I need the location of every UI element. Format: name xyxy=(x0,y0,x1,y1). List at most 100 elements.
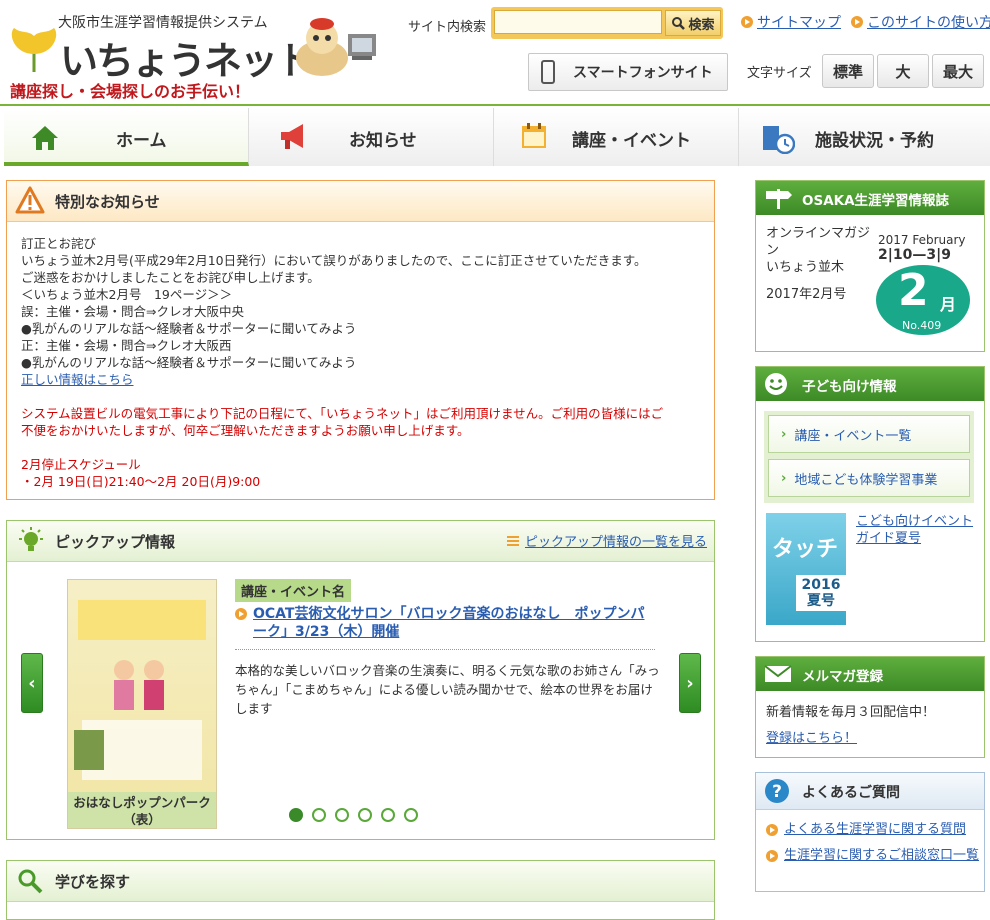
kids-cover-title: タッチ xyxy=(772,537,839,562)
notice-line: ご迷惑をおかけしましたことをお詫び申し上げます。 xyxy=(21,270,320,285)
search-button-label: 検索 xyxy=(688,16,715,32)
carousel-dot[interactable] xyxy=(335,808,349,822)
font-size-largest-button[interactable]: 最大 xyxy=(932,54,984,88)
font-size-large-button[interactable]: 大 xyxy=(877,54,929,88)
list-icon xyxy=(507,535,519,546)
event-poster[interactable]: おはなしポップンパーク（表） xyxy=(67,579,217,829)
nav-facilities[interactable]: 施設状況・予約 xyxy=(739,108,990,166)
home-icon xyxy=(32,126,58,150)
carousel-dot[interactable] xyxy=(381,808,395,822)
correct-info-link[interactable]: 正しい情報はこちら xyxy=(21,372,134,387)
magnifier-icon xyxy=(18,869,43,894)
faq-link-consult[interactable]: 生涯学習に関するご相談窓口一覧 xyxy=(784,847,979,865)
search-input[interactable] xyxy=(494,10,662,34)
cover-number: 2 xyxy=(898,265,929,316)
magazine-line1: オンラインマガジン xyxy=(766,226,871,258)
pickup-header: ピックアップ情報 ピックアップ情報の一覧を見る xyxy=(7,521,714,562)
nav-home[interactable]: ホーム xyxy=(4,108,249,166)
carousel-dot[interactable] xyxy=(312,808,326,822)
mailmag-title: メルマガ登録 xyxy=(802,669,883,685)
svg-text:?: ? xyxy=(772,782,782,802)
nav-courses-events-label: 講座・イベント xyxy=(572,131,691,151)
cover-month: 月 xyxy=(940,295,957,314)
system-name: 大阪市生涯学習情報提供システム xyxy=(58,15,268,31)
cover-issue-no: No.409 xyxy=(902,319,942,332)
smiley-icon xyxy=(765,373,787,395)
notice-line: ＜いちょう並木2月号 19ページ＞＞ xyxy=(21,287,233,302)
learn-title: 学びを探す xyxy=(55,873,131,891)
schedule-line: ・2月 19日(日)21:40～2月 20日(月)9:00 xyxy=(21,474,261,489)
kids-header: 子ども向け情報 xyxy=(756,367,984,401)
maintenance-notice-line: システム設置ビルの電気工事により下記の日程にて、「いちょうネット」はご利用頂けま… xyxy=(21,406,664,421)
notice-line: 訂正とお詫び xyxy=(21,236,97,251)
calendar-icon xyxy=(522,123,546,148)
warning-icon xyxy=(15,186,45,214)
special-notice-panel: 特別なお知らせ 訂正とお詫び いちょう並木2月号(平成29年2月10日発行）にお… xyxy=(6,180,715,500)
faq-title: よくあるご質問 xyxy=(802,785,900,801)
font-size-normal-button[interactable]: 標準 xyxy=(822,54,874,88)
pickup-more-wrap: ピックアップ情報の一覧を見る xyxy=(507,531,707,550)
pickup-panel: ピックアップ情報 ピックアップ情報の一覧を見る ‹ › おはなしポップンパーク（… xyxy=(6,520,715,840)
arrow-circle-icon xyxy=(766,850,778,862)
divider xyxy=(235,649,655,650)
notice-line: いちょう並木2月号(平成29年2月10日発行）において誤りがありましたので、ここ… xyxy=(21,253,647,268)
magazine-title: OSAKA生涯学習情報誌 xyxy=(802,193,950,209)
faq-header: ? よくあるご質問 xyxy=(756,773,984,810)
nav-news-label: お知らせ xyxy=(349,131,417,151)
notice-line: 誤：主催・会場・問合⇒クレオ大阪中央 xyxy=(21,304,244,319)
font-size-label: 文字サイズ xyxy=(747,66,812,81)
sitemap-link[interactable]: サイトマップ xyxy=(757,12,841,32)
smartphone-site-button[interactable]: スマートフォンサイト xyxy=(528,53,728,91)
arrow-circle-icon xyxy=(235,608,247,620)
chevron-right-icon: › xyxy=(781,470,787,486)
kids-guide-cover[interactable]: タッチ 2016 夏号 xyxy=(766,513,846,625)
mailmag-panel: メルマガ登録 新着情報を毎月３回配信中！ 登録はこちら！ xyxy=(755,656,985,758)
special-notice-header: 特別なお知らせ xyxy=(7,181,714,222)
event-description: 本格的な美しいバロック音楽の生演奏に、明るく元気な歌のお姉さん「みっちゃん」「こ… xyxy=(235,663,660,716)
notice-line: ●乳がんのリアルな話～経験者＆サポーターに聞いてみよう xyxy=(21,321,357,336)
pickup-more-link[interactable]: ピックアップ情報の一覧を見る xyxy=(525,531,707,550)
kids-events-link[interactable]: › 講座・イベント一覧 xyxy=(768,415,970,453)
kids-experience-label: 地域こども体験学習事業 xyxy=(794,472,938,488)
global-nav: ホーム お知らせ 講座・イベント 施設状況・予約 xyxy=(0,104,990,168)
carousel-prev-button[interactable]: ‹ xyxy=(21,653,43,713)
faq-panel: ? よくあるご質問 よくある生涯学習に関する質問 生涯学習に関するご相談窓口一覧 xyxy=(755,772,985,892)
signpost-icon xyxy=(766,189,792,209)
megaphone-icon xyxy=(281,124,303,149)
carousel-dot[interactable] xyxy=(358,808,372,822)
event-title-link[interactable]: OCAT芸術文化サロン「バロック音楽のおはなし ポップンパーク」3/23（木）開… xyxy=(253,605,655,641)
search-button[interactable]: 検索 xyxy=(665,10,721,36)
kids-experience-link[interactable]: › 地域こども体験学習事業 xyxy=(768,459,970,497)
carousel-dot[interactable] xyxy=(289,808,303,822)
poster-caption: おはなしポップンパーク（表） xyxy=(68,792,216,828)
chevron-right-icon: › xyxy=(781,426,787,442)
site-logo[interactable]: 大阪市生涯学習情報提供システム いちょうネット 講座探し・会場探しのお手伝い！ xyxy=(6,8,386,101)
carousel-dot[interactable] xyxy=(404,808,418,822)
search-box: 検索 xyxy=(491,7,723,39)
magazine-cover[interactable]: 2017 February 2|10—3|9 2 月 No.409 xyxy=(876,229,974,339)
lightbulb-icon xyxy=(19,527,43,551)
ginkgo-leaf-icon xyxy=(11,28,57,72)
cover-range: 2|10—3|9 xyxy=(878,247,951,263)
nav-news[interactable]: お知らせ xyxy=(249,108,494,166)
event-title-wrap: OCAT芸術文化サロン「バロック音楽のおはなし ポップンパーク」3/23（木）開… xyxy=(235,605,655,641)
howto-link[interactable]: このサイトの使い方 xyxy=(867,12,990,32)
poster-image xyxy=(68,580,216,792)
carousel-next-button[interactable]: › xyxy=(679,653,701,713)
magnifier-icon xyxy=(672,17,686,30)
carousel-dots xyxy=(289,808,418,822)
special-notice-body: 訂正とお詫び いちょう並木2月号(平成29年2月10日発行）において誤りがありま… xyxy=(21,235,711,490)
notice-line: ●乳がんのリアルな話～経験者＆サポーターに聞いてみよう xyxy=(21,355,357,370)
building-clock-icon xyxy=(763,126,795,154)
kids-guide-link[interactable]: こども向けイベントガイド夏号 xyxy=(856,514,973,546)
smartphone-icon xyxy=(541,60,555,84)
sitemap-link-wrap: サイトマップ xyxy=(741,12,841,32)
faq-link-common[interactable]: よくある生涯学習に関する質問 xyxy=(784,821,966,839)
site-header: 大阪市生涯学習情報提供システム いちょうネット 講座探し・会場探しのお手伝い！ … xyxy=(0,0,990,104)
mailmag-register-link[interactable]: 登録はこちら！ xyxy=(766,731,857,746)
nav-courses-events[interactable]: 講座・イベント xyxy=(494,108,739,166)
arrow-circle-icon xyxy=(851,16,863,28)
pickup-title: ピックアップ情報 xyxy=(55,533,176,551)
kids-events-label: 講座・イベント一覧 xyxy=(794,428,912,444)
arrow-circle-icon xyxy=(741,16,753,28)
